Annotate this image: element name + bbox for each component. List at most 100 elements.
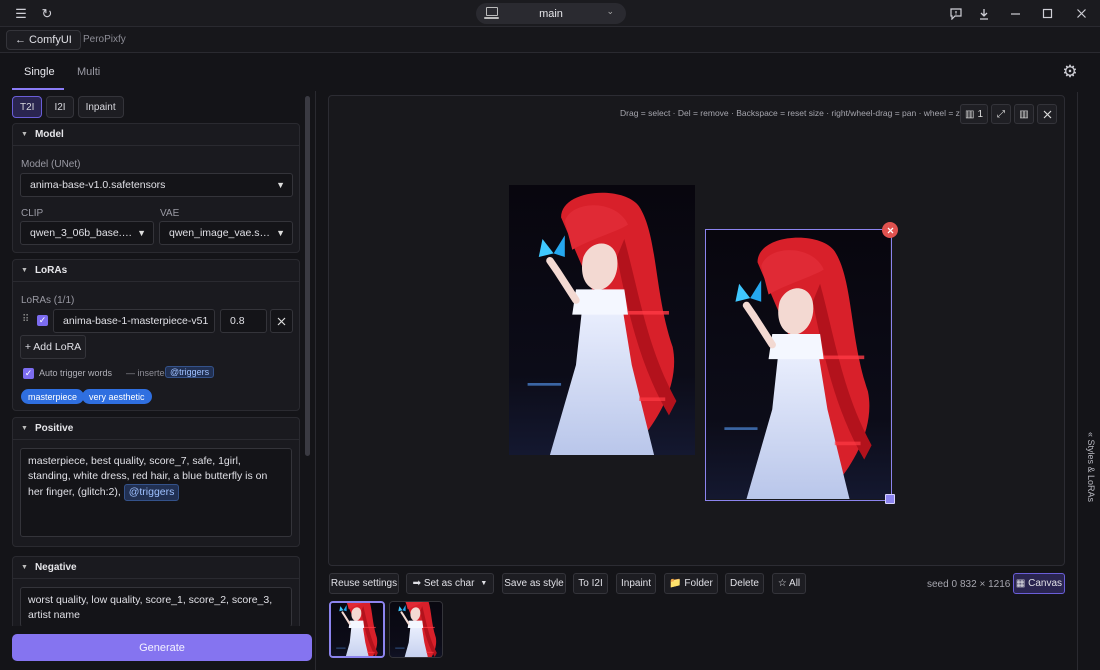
- hamburger-menu-icon[interactable]: ☰: [11, 4, 31, 23]
- negative-section-header[interactable]: ▼ Negative: [13, 557, 299, 579]
- canvas-hint: Drag = select · Del = remove · Backspace…: [620, 108, 977, 118]
- generate-button[interactable]: Generate: [12, 634, 312, 661]
- trash-icon: ▥: [1019, 108, 1029, 120]
- vae-label: VAE: [160, 208, 180, 219]
- app-subtitle: PeroPixfy: [83, 34, 126, 45]
- collapse-triangle-icon: ▼: [21, 564, 28, 571]
- lora-strength: 0.8: [230, 315, 245, 327]
- tab-i2i[interactable]: I2I: [46, 96, 74, 118]
- active-tab-indicator: [12, 88, 64, 90]
- clip-label: CLIP: [21, 208, 44, 219]
- canvas-area[interactable]: Drag = select · Del = remove · Backspace…: [328, 95, 1065, 566]
- clip-value: qwen_3_06b_base.safetensors: [30, 227, 133, 239]
- collapse-triangle-icon: ▼: [21, 267, 28, 274]
- unet-label: Model (UNet): [21, 159, 81, 170]
- to-i2i-button[interactable]: To I2I: [573, 573, 608, 594]
- title-bar: ☰ ↻ main ⌄: [0, 0, 1100, 27]
- trigger-word-pill[interactable]: masterpiece: [21, 389, 85, 404]
- clear-canvas-button[interactable]: ▥: [1014, 104, 1034, 124]
- lora-enabled-checkbox[interactable]: ✓: [37, 315, 48, 326]
- loras-count-label: LoRAs (1/1): [21, 295, 75, 306]
- loras-section: ▼ LoRAs LoRAs (1/1) ⠿ ✓ anima-base-1-mast…: [12, 259, 300, 411]
- lora-name-select[interactable]: anima-base-1-masterpiece-v51 ·: [53, 309, 215, 333]
- refresh-icon[interactable]: ↻: [37, 4, 57, 23]
- reuse-settings-button[interactable]: Reuse settings: [329, 573, 399, 594]
- canvas-toggle-button[interactable]: ▦ Canvas: [1013, 573, 1065, 594]
- remove-lora-button[interactable]: [270, 309, 293, 333]
- vae-value: qwen_image_vae.safetensors: [169, 227, 272, 239]
- drag-handle-icon[interactable]: ⠿: [22, 314, 29, 325]
- close-canvas-button[interactable]: [1037, 104, 1057, 124]
- close-icon: [277, 317, 286, 325]
- minimize-icon[interactable]: [1005, 4, 1025, 23]
- generation-mode-tabs: T2I I2I Inpaint: [12, 96, 124, 118]
- trash-small-icon: ▥: [964, 108, 975, 120]
- close-icon: [887, 227, 893, 233]
- seed-display: seed 0: [927, 579, 958, 590]
- settings-gear-icon[interactable]: ⚙: [1061, 63, 1079, 81]
- unet-select[interactable]: anima-base-v1.0.safetensors ▼: [20, 173, 293, 197]
- negative-prompt-text: worst quality, low quality, score_1, sco…: [28, 594, 273, 621]
- vae-select[interactable]: qwen_image_vae.safetensors ▼: [159, 221, 293, 245]
- close-icon: [1043, 110, 1051, 118]
- model-section-title: Model: [34, 129, 64, 140]
- set-as-char-button[interactable]: ➡ Set as char ▼: [406, 573, 494, 594]
- add-lora-button[interactable]: + Add LoRA: [20, 335, 86, 359]
- negative-prompt-textarea[interactable]: worst quality, low quality, score_1, sco…: [20, 587, 292, 626]
- positive-trigger-tag: @triggers: [123, 484, 180, 501]
- canvas-image[interactable]: [509, 185, 695, 455]
- positive-prompt-textarea[interactable]: masterpiece, best quality, score_7, safe…: [20, 448, 292, 537]
- close-window-icon[interactable]: [1071, 4, 1091, 23]
- negative-section-title: Negative: [34, 562, 77, 573]
- thumbnail[interactable]: [329, 601, 385, 658]
- left-panel: T2I I2I Inpaint ▼ Model Model (UNet) anim…: [0, 91, 316, 670]
- loras-section-header[interactable]: ▼ LoRAs: [13, 260, 299, 282]
- left-panel-scrollbar[interactable]: [305, 96, 310, 456]
- lora-name: anima-base-1-masterpiece-v51: [63, 315, 209, 327]
- chevron-down-icon: ▼: [276, 228, 285, 238]
- auto-trigger-checkbox[interactable]: ✓: [23, 368, 34, 379]
- styles-loras-side-tab[interactable]: « Styles & LoRAs: [1077, 92, 1100, 670]
- canvas-count-button[interactable]: ▥ 1: [960, 104, 988, 124]
- auto-trigger-label: Auto trigger words: [39, 368, 113, 378]
- app-bar: ← ComfyUI PeroPixfy: [0, 27, 1100, 53]
- feedback-icon[interactable]: [946, 4, 966, 23]
- inserted-tag: @triggers: [165, 366, 215, 378]
- back-to-comfyui-button[interactable]: ← ComfyUI: [6, 30, 81, 50]
- download-icon[interactable]: [974, 4, 994, 23]
- chevron-down-icon: ▼: [480, 580, 488, 587]
- resize-handle[interactable]: [885, 494, 895, 504]
- maximize-icon[interactable]: [1037, 4, 1057, 23]
- tab-single[interactable]: Single: [24, 66, 55, 78]
- tab-inpaint[interactable]: Inpaint: [77, 96, 124, 118]
- model-section-header[interactable]: ▼ Model: [13, 124, 299, 146]
- collapse-triangle-icon: ▼: [21, 425, 28, 432]
- tab-t2i[interactable]: T2I: [12, 96, 43, 118]
- loras-section-title: LoRAs: [34, 265, 68, 276]
- positive-section: ▼ Positive masterpiece, best quality, sco…: [12, 417, 300, 547]
- chevron-down-icon: ·: [204, 315, 207, 324]
- folder-button[interactable]: 📁 Folder: [664, 573, 718, 594]
- lora-strength-input[interactable]: 0.8: [220, 309, 267, 333]
- fit-view-button[interactable]: ⤢: [991, 104, 1011, 124]
- selected-canvas-image[interactable]: [705, 229, 892, 501]
- tab-multi[interactable]: Multi: [77, 66, 100, 78]
- remove-image-button[interactable]: [882, 222, 898, 238]
- favorite-all-button[interactable]: ☆ All: [772, 573, 806, 594]
- chevron-down-icon: ⌄: [606, 6, 614, 16]
- negative-section: ▼ Negative worst quality, low quality, sc…: [12, 556, 300, 626]
- clip-select[interactable]: qwen_3_06b_base.safetensors ▼: [20, 221, 154, 245]
- delete-button[interactable]: Delete: [725, 573, 764, 594]
- trigger-word-pill[interactable]: very aesthetic: [82, 389, 152, 404]
- branch-selector[interactable]: main ⌄: [476, 3, 626, 24]
- expand-icon: ⤢: [997, 108, 1005, 120]
- canvas-count: 1: [977, 108, 983, 120]
- inpaint-button[interactable]: Inpaint: [616, 573, 656, 594]
- model-section: ▼ Model Model (UNet) anima-base-v1.0.safe…: [12, 123, 300, 253]
- set-as-char-label: ➡ Set as char: [412, 578, 475, 589]
- save-as-style-button[interactable]: Save as style: [502, 573, 566, 594]
- thumbnail[interactable]: [389, 601, 443, 658]
- positive-section-header[interactable]: ▼ Positive: [13, 418, 299, 440]
- positive-section-title: Positive: [34, 423, 74, 434]
- collapse-triangle-icon: ▼: [21, 131, 28, 138]
